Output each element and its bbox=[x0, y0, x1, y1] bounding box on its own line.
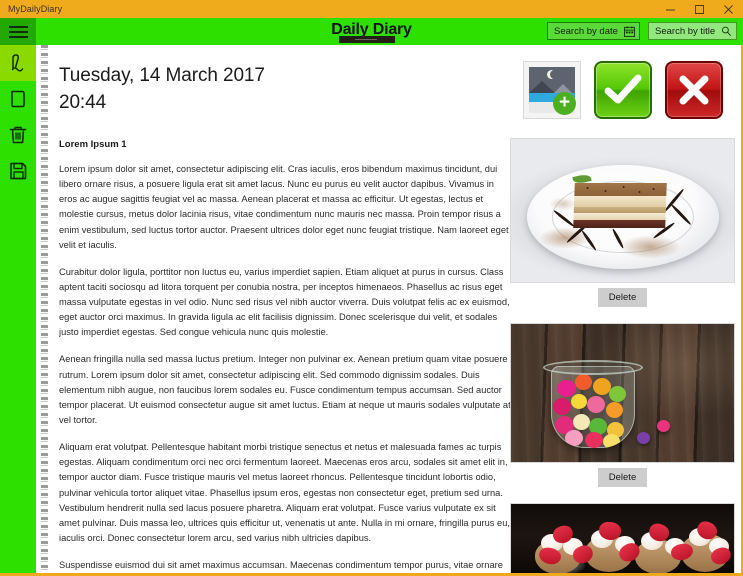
candy bbox=[553, 398, 571, 415]
rail-item-save[interactable] bbox=[0, 153, 36, 189]
loose-candy bbox=[637, 432, 650, 444]
candy bbox=[603, 434, 620, 448]
add-image-button[interactable]: + bbox=[523, 61, 581, 119]
confirm-button[interactable] bbox=[594, 61, 652, 119]
cocoa-dust bbox=[549, 197, 577, 211]
candy bbox=[565, 430, 583, 446]
tiramisu-slice bbox=[573, 183, 667, 228]
cake-layer-cream-2 bbox=[573, 213, 666, 220]
candy bbox=[609, 386, 626, 402]
entry-heading: Lorem Ipsum 1 bbox=[59, 138, 127, 150]
rail-item-new-page[interactable] bbox=[0, 81, 36, 117]
add-image-mountain bbox=[529, 81, 555, 93]
calendar-icon bbox=[624, 25, 635, 37]
checkmark-icon bbox=[604, 74, 642, 104]
window-title: MyDailyDiary bbox=[8, 4, 63, 14]
candy bbox=[606, 402, 623, 418]
entry-paragraph: Aliquam erat volutpat. Pellentesque habi… bbox=[59, 442, 510, 544]
search-icon bbox=[721, 26, 732, 37]
entry-body[interactable]: Lorem ipsum dolor sit amet, consectetur … bbox=[59, 162, 514, 573]
entry-paragraph: Suspendisse euismod dui sit amet maximus… bbox=[59, 560, 503, 571]
candy bbox=[585, 432, 603, 448]
rail-item-delete[interactable] bbox=[0, 117, 36, 153]
media-action-bar: + bbox=[510, 61, 741, 119]
delete-image-button[interactable]: Delete bbox=[597, 468, 648, 487]
plus-icon: + bbox=[553, 92, 576, 115]
maximize-button[interactable] bbox=[685, 0, 714, 18]
search-by-title-input[interactable]: Search by title bbox=[648, 22, 737, 40]
minimize-icon bbox=[666, 9, 675, 10]
minimize-button[interactable] bbox=[656, 0, 685, 18]
app-header-bar: Daily Diary Search by date Search by tit… bbox=[0, 18, 743, 45]
floppy-disk-icon bbox=[10, 162, 27, 180]
entry-time: 20:44 bbox=[59, 91, 107, 113]
page-icon bbox=[11, 90, 25, 108]
entry-paragraph: Curabitur dolor ligula, porttitor non lu… bbox=[59, 266, 510, 338]
photo-tiramisu-dessert[interactable] bbox=[510, 138, 735, 283]
candy bbox=[571, 394, 587, 409]
search-by-date-label: Search by date bbox=[554, 25, 618, 37]
content-sheet: Tuesday, 14 March 2017 20:44 Lorem Ipsum… bbox=[36, 45, 741, 573]
notebook-binding-rings bbox=[41, 45, 48, 573]
loose-candy bbox=[657, 420, 670, 432]
window-title-bar: MyDailyDiary bbox=[0, 0, 743, 18]
rail-item-draw[interactable] bbox=[0, 45, 36, 81]
candy bbox=[575, 374, 592, 390]
candy bbox=[587, 396, 605, 413]
candy bbox=[557, 380, 576, 397]
photo-candy-jar[interactable] bbox=[510, 323, 735, 463]
jar-rim bbox=[543, 360, 643, 375]
media-panel: + Delete Delete bbox=[510, 45, 741, 573]
cocoa-dust bbox=[619, 235, 681, 259]
diary-entry: Tuesday, 14 March 2017 20:44 Lorem Ipsum… bbox=[59, 45, 514, 573]
cake-layer-cream bbox=[573, 196, 667, 207]
entry-paragraph: Aenean fringilla nulla sed massa luctus … bbox=[59, 354, 511, 426]
glass-jar bbox=[551, 366, 635, 448]
cross-icon bbox=[679, 75, 709, 105]
close-icon bbox=[724, 4, 733, 14]
cake-layer-chocolate bbox=[573, 220, 666, 228]
delete-row: Delete bbox=[510, 283, 735, 311]
maximize-icon bbox=[695, 4, 704, 14]
search-by-date-input[interactable]: Search by date bbox=[547, 22, 640, 40]
tool-rail bbox=[0, 45, 36, 576]
add-image-moon bbox=[550, 70, 559, 79]
media-item: Delete bbox=[510, 138, 741, 311]
app-window: MyDailyDiary Daily Diary Search by date … bbox=[0, 0, 743, 576]
entry-date: Tuesday, 14 March 2017 bbox=[59, 65, 265, 86]
delete-image-button[interactable]: Delete bbox=[597, 288, 648, 307]
media-item: Delete bbox=[510, 323, 741, 491]
trash-icon bbox=[9, 126, 27, 144]
photo-strawberry-tarts[interactable] bbox=[510, 503, 735, 573]
cancel-button[interactable] bbox=[665, 61, 723, 119]
delete-row: Delete bbox=[510, 463, 735, 491]
close-button[interactable] bbox=[714, 0, 743, 18]
candy bbox=[573, 414, 590, 430]
title-overlay-artifact bbox=[339, 36, 395, 43]
entry-paragraph: Lorem ipsum dolor sit amet, consectetur … bbox=[59, 163, 509, 250]
pen-icon bbox=[11, 54, 24, 72]
search-by-title-label: Search by title bbox=[655, 25, 716, 37]
media-item bbox=[510, 503, 741, 573]
